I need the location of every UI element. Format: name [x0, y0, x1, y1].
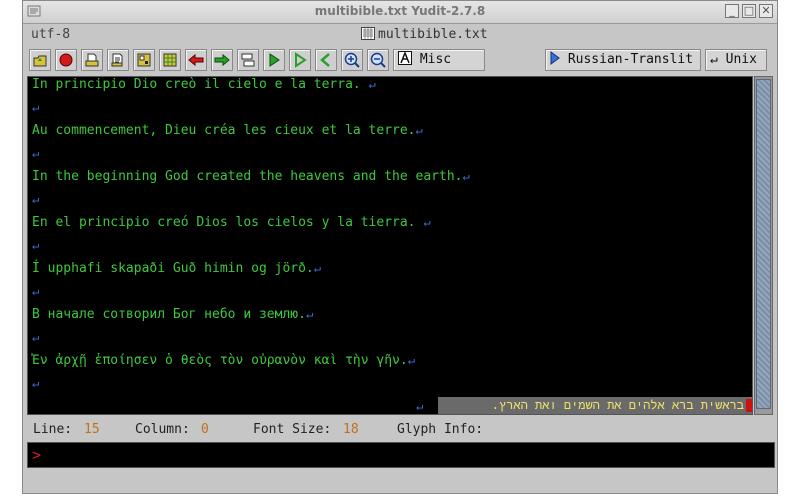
record-button[interactable] — [55, 49, 77, 71]
text-cursor — [746, 399, 752, 412]
newline-icon: ↵ — [368, 77, 376, 91]
line-value: 15 — [84, 422, 100, 437]
redo-button[interactable] — [211, 49, 233, 71]
editor-line: ↵ — [32, 330, 39, 345]
font-icon — [398, 50, 412, 65]
file-icon — [361, 27, 375, 40]
editor-line: Au commencement, Dieu créa les cieux et … — [32, 123, 423, 138]
editor-line: In the beginning God created the heavens… — [32, 169, 470, 184]
newline-icon: ↵ — [415, 123, 423, 137]
editor-line: ↵ — [32, 376, 39, 391]
line-break-button[interactable]: ↵ Unix — [705, 49, 767, 71]
newline-icon: ↵ — [313, 261, 321, 275]
embed-button[interactable] — [237, 49, 259, 71]
record-icon — [59, 53, 73, 67]
newline-icon: ↵ — [423, 215, 431, 229]
selected-hebrew-line: בראשית ברא אלהים את השמים ואת הארץ. — [438, 397, 752, 414]
application-window: multibible.txt Yudit-2.7.8 _ □ ✕ utf-8 m… — [22, 0, 778, 494]
editor-line: En el principio creó Dios los cielos y l… — [32, 215, 431, 230]
font-misc-button[interactable]: Misc — [393, 49, 485, 71]
newline-icon: ↵ — [462, 169, 470, 183]
open-button[interactable] — [29, 49, 51, 71]
window-title: multibible.txt Yudit-2.7.8 — [314, 4, 486, 18]
goto-icon — [163, 53, 177, 67]
play-icon — [550, 51, 560, 65]
filename-text: multibible.txt — [378, 27, 488, 42]
newline-icon: ↵ — [416, 399, 424, 413]
zoom-in-button[interactable] — [341, 49, 363, 71]
editor-line: ↵ — [32, 146, 39, 161]
column-value: 0 — [201, 422, 209, 437]
direction-back-button[interactable] — [315, 49, 337, 71]
input-method-label: Russian-Translit — [567, 52, 694, 67]
print-button[interactable] — [81, 49, 103, 71]
zoom-out-button[interactable] — [367, 49, 389, 71]
glyph-info-label: Glyph Info: — [397, 422, 484, 437]
font-misc-label: Misc — [419, 52, 452, 67]
direction-rtl-button[interactable] — [289, 49, 311, 71]
text-editor[interactable]: In principio Dio creò il cielo e la terr… — [27, 76, 753, 415]
embed-icon — [241, 53, 255, 67]
newline-icon: ↵ — [32, 146, 40, 160]
status-bar: Line: 15 Column: 0 Font Size: 18 Glyph I… — [27, 418, 773, 438]
editor-line: ↵ — [32, 238, 39, 253]
command-prompt: > — [32, 446, 42, 464]
close-button[interactable]: ✕ — [759, 4, 773, 18]
newline-icon: ↵ — [32, 330, 40, 344]
newline-icon: ↵ — [32, 100, 40, 114]
editor-line: Ἐν ἀρχῇ ἐποίησεν ὁ θεὸς τὸν οὐρανὸν καὶ … — [32, 353, 415, 368]
goto-button[interactable] — [159, 49, 181, 71]
print-icon — [85, 53, 99, 67]
newline-icon: ↵ — [32, 192, 40, 206]
minimize-button[interactable]: _ — [725, 4, 739, 18]
input-method-button[interactable]: Russian-Translit — [545, 49, 701, 71]
encoding-label[interactable]: utf-8 — [31, 27, 70, 42]
print-preview-button[interactable] — [107, 49, 129, 71]
editor-line: In principio Dio creò il cielo e la terr… — [32, 77, 376, 92]
editor-line: В начале сотворил Бог небо и землю.↵ — [32, 307, 314, 322]
find-button[interactable] — [133, 49, 155, 71]
font-size-value: 18 — [343, 422, 359, 437]
toolbar: Misc Russian-Translit ↵ Unix — [29, 49, 773, 73]
open-icon — [33, 55, 47, 67]
find-icon — [137, 53, 151, 67]
vertical-scrollbar[interactable] — [754, 76, 773, 415]
direction-rtl-icon — [295, 52, 307, 68]
direction-ltr-icon — [269, 53, 280, 67]
column-label: Column: — [135, 422, 190, 437]
newline-icon: ↵ — [407, 353, 415, 367]
line-label: Line: — [33, 422, 73, 437]
direction-ltr-button[interactable] — [263, 49, 285, 71]
title-bar[interactable]: multibible.txt Yudit-2.7.8 _ □ ✕ — [23, 1, 777, 24]
hebrew-text: בראשית ברא אלהים את השמים ואת הארץ. — [491, 398, 744, 412]
zoom-in-icon — [344, 52, 360, 68]
maximize-button[interactable]: □ — [742, 4, 756, 18]
print-preview-icon — [111, 53, 123, 67]
line-break-label: ↵ Unix — [710, 52, 757, 67]
info-bar: utf-8 multibible.txt — [25, 25, 775, 45]
command-line[interactable]: > — [27, 442, 775, 468]
scrollbar-thumb[interactable] — [756, 79, 771, 409]
editor-line: Í upphafi skapaði Guð himin og jörð.↵ — [32, 261, 321, 276]
editor-line: ↵ — [32, 192, 39, 207]
newline-icon: ↵ — [32, 376, 40, 390]
font-size-label: Font Size: — [253, 422, 332, 437]
newline-icon: ↵ — [32, 284, 40, 298]
editor-line: ↵ — [32, 284, 39, 299]
editor-line: ↵ — [32, 100, 39, 115]
direction-back-icon — [320, 53, 330, 67]
filename-label: multibible.txt — [361, 27, 488, 42]
newline-icon: ↵ — [305, 307, 314, 321]
redo-icon — [214, 53, 230, 67]
undo-icon — [188, 53, 204, 67]
undo-button[interactable] — [185, 49, 207, 71]
zoom-out-icon — [370, 52, 386, 68]
newline-icon: ↵ — [32, 238, 40, 252]
